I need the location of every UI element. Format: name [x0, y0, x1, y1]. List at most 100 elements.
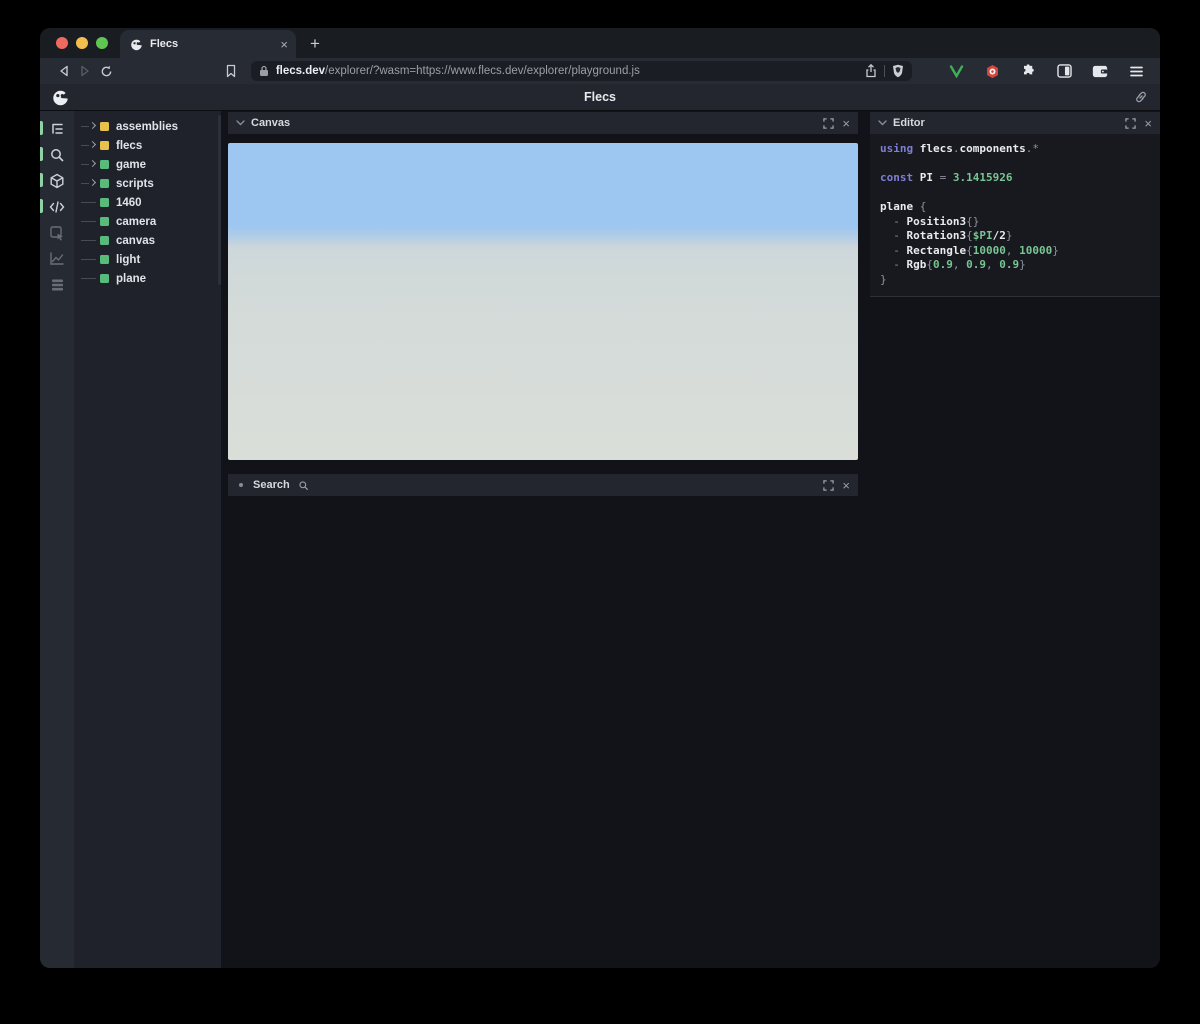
editor-panel-header: Editor × — [870, 112, 1160, 134]
tree-item-label: game — [116, 158, 147, 171]
sidebar-icon[interactable] — [1054, 61, 1074, 81]
entity-color-swatch — [100, 217, 109, 226]
code-line: using flecs.components.* — [880, 142, 1039, 155]
tree-guide-line — [81, 164, 89, 165]
chevron-right-icon[interactable] — [89, 123, 96, 130]
canvas-panel-title: Canvas — [251, 117, 291, 129]
inspector-icon[interactable] — [40, 222, 74, 243]
chevron-down-icon[interactable] — [878, 120, 887, 126]
tree-guide-line — [81, 259, 96, 260]
close-icon[interactable]: × — [1144, 117, 1152, 130]
fullscreen-icon[interactable] — [1125, 117, 1137, 129]
browser-window: Flecs × + flecs.dev/explorer/?wasm=https… — [40, 28, 1160, 968]
minimize-window-button[interactable] — [76, 37, 88, 49]
code-line: - Rgb{0.9, 0.9, 0.9} — [880, 258, 1026, 271]
main-area: Canvas × Search × Editor × using flecs.c… — [221, 111, 1160, 968]
canvas-panel: Canvas × — [228, 112, 858, 474]
tree-view-icon[interactable] — [40, 118, 74, 139]
url-domain: flecs.dev — [275, 65, 326, 77]
menu-icon[interactable] — [1126, 61, 1146, 81]
link-icon[interactable] — [1134, 90, 1148, 104]
entity-tree-panel: assemblies flecs game scripts 1460 camer… — [74, 111, 221, 968]
chevron-right-icon[interactable] — [89, 161, 96, 168]
canvas-3d-scene[interactable] — [228, 143, 858, 460]
tree-item[interactable]: assemblies — [74, 117, 221, 136]
tree-item-label: flecs — [116, 139, 143, 152]
tree-item[interactable]: flecs — [74, 136, 221, 155]
extension-v-icon[interactable] — [946, 61, 966, 81]
tree-item[interactable]: plane — [74, 269, 221, 288]
tree-guide-line — [81, 183, 89, 184]
tree-guide-line — [81, 221, 96, 222]
code-line: plane { — [880, 200, 927, 213]
tree-guide-line — [81, 278, 96, 279]
tree-item[interactable]: game — [74, 155, 221, 174]
tree-item-label: assemblies — [116, 120, 179, 133]
app-content: assemblies flecs game scripts 1460 camer… — [40, 111, 1160, 968]
fullscreen-icon[interactable] — [823, 117, 835, 129]
editor-code[interactable]: using flecs.components.* const PI = 3.14… — [870, 134, 1160, 297]
url-bar[interactable]: flecs.dev/explorer/?wasm=https://www.fle… — [250, 61, 912, 81]
collapsed-bullet-icon[interactable] — [239, 483, 243, 487]
tree-item[interactable]: canvas — [74, 231, 221, 250]
tree-guide-line — [81, 240, 96, 241]
browser-toolbar: flecs.dev/explorer/?wasm=https://www.fle… — [40, 58, 1160, 84]
entity-color-swatch — [100, 274, 109, 283]
extensions-puzzle-icon[interactable] — [1018, 61, 1038, 81]
fullscreen-icon[interactable] — [823, 479, 835, 491]
entity-color-swatch — [100, 255, 109, 264]
url-path: /explorer/?wasm=https://www.flecs.dev/ex… — [325, 65, 640, 77]
tree-guide-line — [81, 145, 89, 146]
tree-guide-line — [81, 202, 96, 203]
close-window-button[interactable] — [56, 37, 68, 49]
close-icon[interactable]: × — [842, 117, 850, 130]
tab-close-icon[interactable]: × — [280, 38, 288, 51]
back-icon[interactable] — [54, 61, 75, 81]
search-panel: Search × — [228, 474, 858, 496]
search-panel-header: Search × — [228, 474, 858, 496]
entity-color-swatch — [100, 198, 109, 207]
page-title: Flecs — [584, 90, 616, 104]
tree-item-label: camera — [116, 215, 157, 228]
share-icon[interactable] — [865, 64, 877, 78]
forward-icon[interactable] — [75, 61, 96, 81]
entity-color-swatch — [100, 236, 109, 245]
chevron-right-icon[interactable] — [89, 180, 96, 187]
tree-item[interactable]: camera — [74, 212, 221, 231]
browser-tab-bar: Flecs × + — [40, 28, 1160, 58]
brave-shield-icon[interactable] — [892, 64, 904, 78]
chevron-down-icon[interactable] — [236, 120, 245, 126]
chart-icon[interactable] — [40, 248, 74, 269]
editor-panel: Editor × using flecs.components.* const … — [870, 112, 1160, 297]
search-icon[interactable] — [40, 144, 74, 165]
wallet-icon[interactable] — [1090, 61, 1110, 81]
tree-item-label: plane — [116, 272, 147, 285]
tree-item[interactable]: light — [74, 250, 221, 269]
icon-sidebar — [40, 111, 74, 968]
cube-icon[interactable] — [40, 170, 74, 191]
close-icon[interactable]: × — [842, 479, 850, 492]
search-panel-title: Search — [253, 479, 290, 491]
bookmark-icon[interactable] — [225, 64, 237, 78]
entity-tree: assemblies flecs game scripts 1460 camer… — [74, 117, 221, 288]
tree-item[interactable]: 1460 — [74, 193, 221, 212]
entity-color-swatch — [100, 141, 109, 150]
browser-tab[interactable]: Flecs × — [120, 30, 296, 58]
rows-icon[interactable] — [40, 274, 74, 295]
reload-icon[interactable] — [96, 61, 117, 81]
code-line: const PI = 3.1415926 — [880, 171, 1013, 184]
new-tab-button[interactable]: + — [310, 30, 320, 58]
tree-item[interactable]: scripts — [74, 174, 221, 193]
tab-title: Flecs — [150, 38, 179, 50]
entity-color-swatch — [100, 160, 109, 169]
canvas-panel-header: Canvas × — [228, 112, 858, 134]
search-icon — [298, 480, 818, 491]
extension-red-icon[interactable] — [982, 61, 1002, 81]
tree-item-label: 1460 — [116, 196, 142, 209]
zoom-window-button[interactable] — [96, 37, 108, 49]
code-icon[interactable] — [40, 196, 74, 217]
chevron-right-icon[interactable] — [89, 142, 96, 149]
code-line: - Rectangle{10000, 10000} — [880, 243, 1059, 257]
lock-icon — [259, 65, 269, 77]
